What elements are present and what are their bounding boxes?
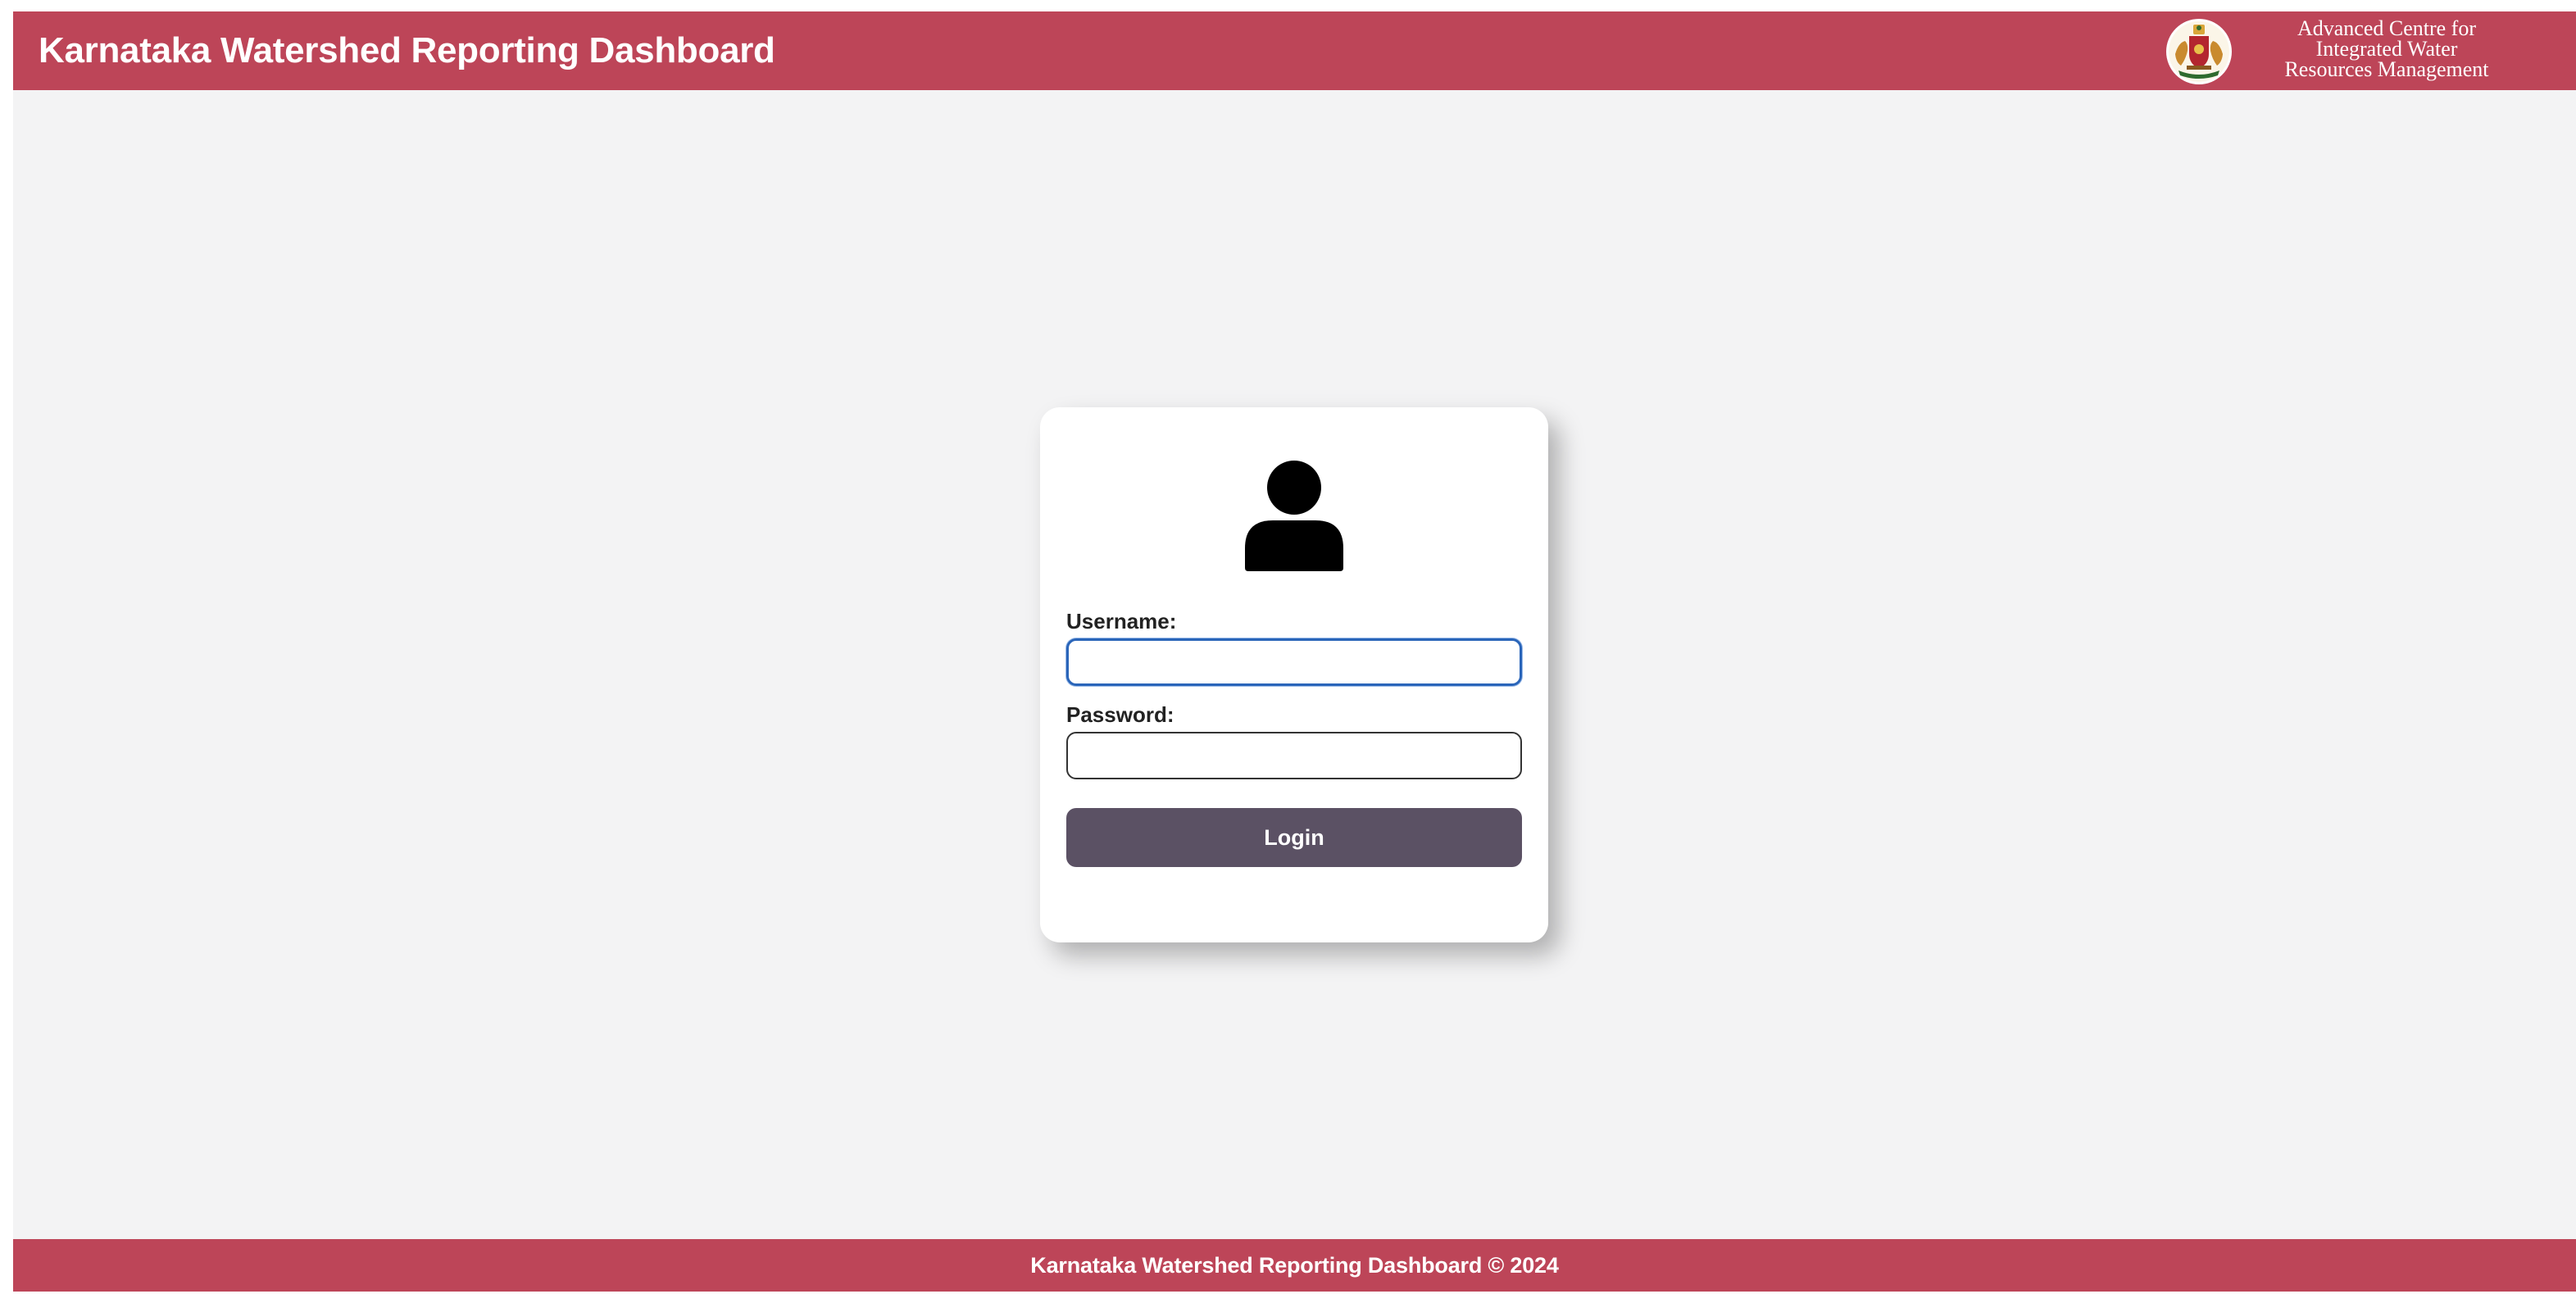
password-label: Password: (1066, 702, 1174, 727)
footer-copyright: Karnataka Watershed Reporting Dashboard … (1030, 1253, 1559, 1278)
top-header-bar: Karnataka Watershed Reporting Dashboard … (13, 11, 2576, 90)
page-title: Karnataka Watershed Reporting Dashboard (39, 30, 775, 70)
login-button[interactable]: Login (1066, 808, 1522, 867)
user-icon (1245, 461, 1343, 571)
login-card: Username: Password: Login (1040, 407, 1548, 942)
password-input[interactable] (1066, 732, 1522, 779)
organization-name: Advanced Centre for Integrated Water Res… (2239, 16, 2534, 81)
org-name-line-2: Integrated Water (2315, 37, 2458, 61)
org-name-line-1: Advanced Centre for (2297, 16, 2477, 40)
username-label: Username: (1066, 609, 1177, 633)
app-frame: Karnataka Watershed Reporting Dashboard … (13, 11, 2576, 1292)
org-name-line-3: Resources Management (2284, 57, 2489, 81)
username-input[interactable] (1066, 638, 1522, 686)
karnataka-state-emblem-icon (2166, 19, 2232, 84)
footer-bar: Karnataka Watershed Reporting Dashboard … (13, 1239, 2576, 1292)
